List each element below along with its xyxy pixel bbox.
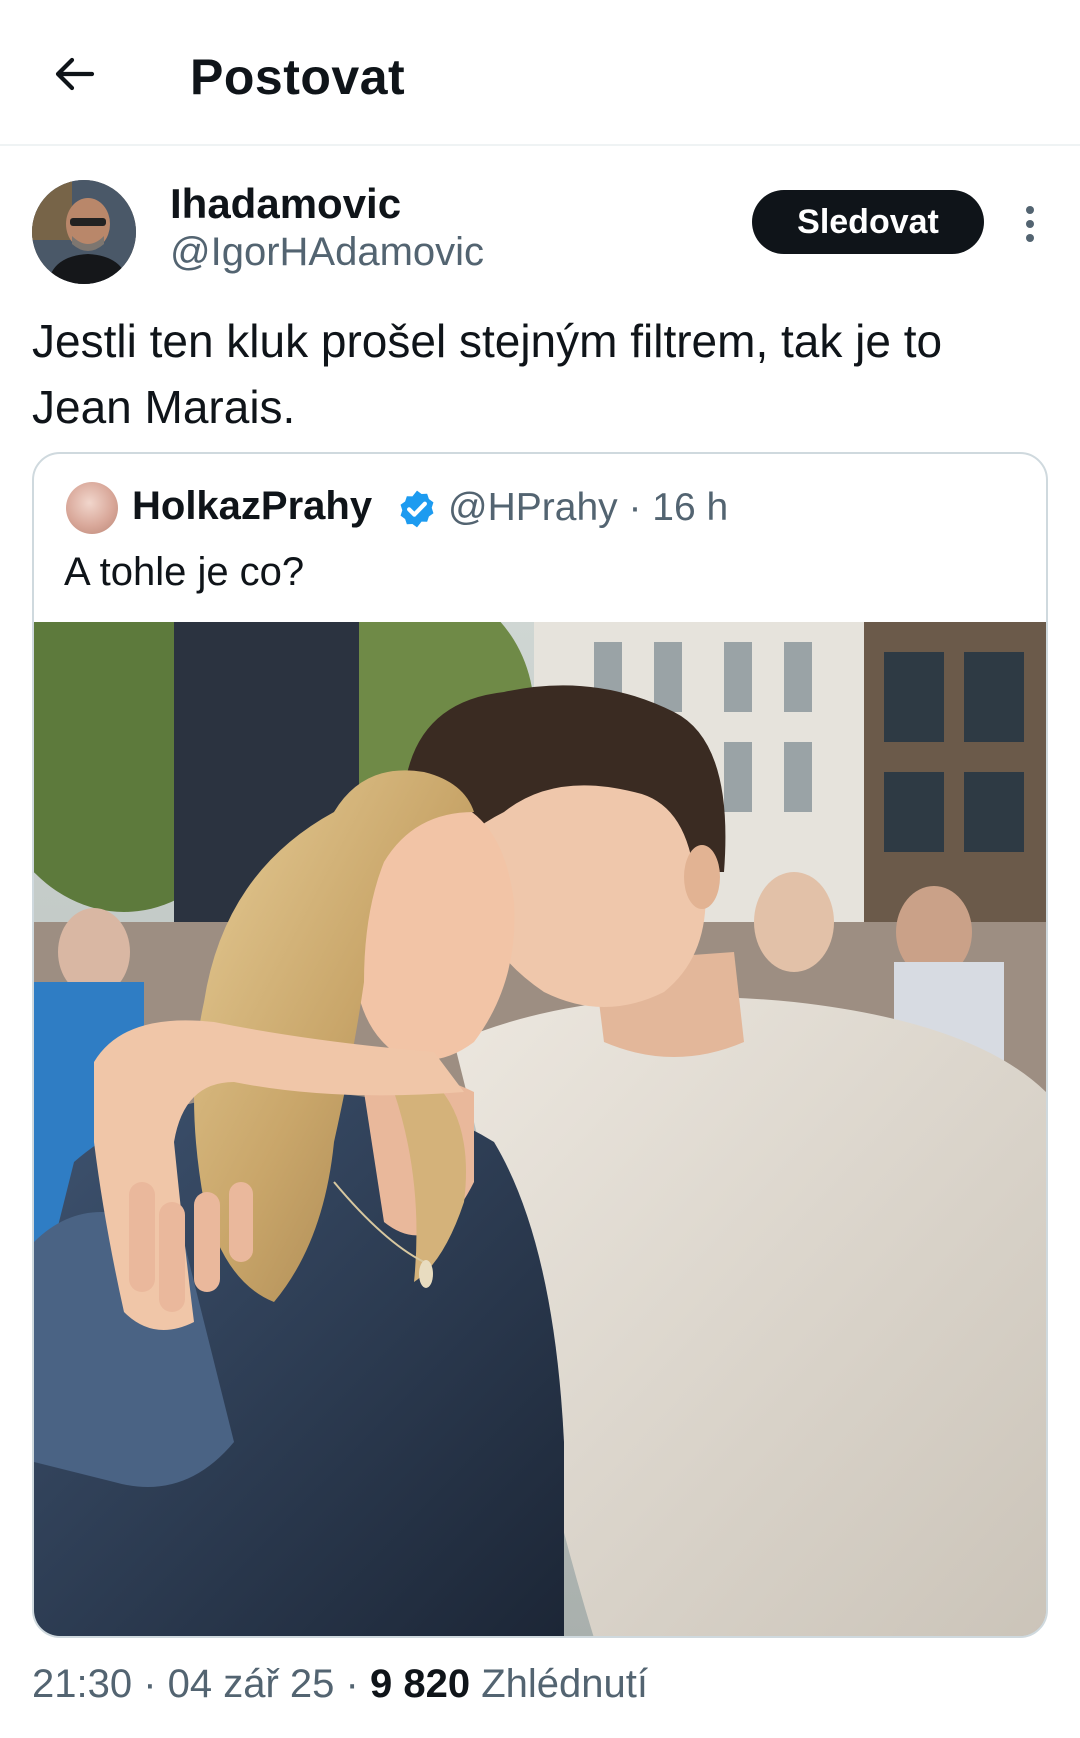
page-title: Postovat [190,49,406,105]
more-options-button[interactable] [1010,196,1050,252]
quoted-author-avatar [66,482,118,534]
quoted-post-text: A tohle je co? [64,550,305,594]
follow-button[interactable]: Sledovat [752,190,984,254]
views-count: 9 820 [369,1662,471,1706]
post-text: Jestli ten kluk prošel stejným filtrem, … [32,315,943,433]
quoted-author-name: HolkazPrahy [132,484,373,528]
arrow-left-icon [55,57,95,91]
author-avatar[interactable] [32,180,136,284]
top-app-bar: Postovat [0,0,1080,146]
quoted-post-image[interactable] [34,622,1046,1636]
photo-woman-and-young-man [34,622,1046,1636]
back-button[interactable] [44,44,104,104]
verified-badge-icon [400,490,434,528]
post-footer-meta: 21:30 · 04 zář 25 · 9 820 Zhlédnutí [32,1662,648,1707]
author-handle[interactable]: @IgorHAdamovic [170,230,484,275]
quoted-post-card[interactable]: HolkazPrahy @HPrahy · 16 h A tohle je co… [32,452,1048,1638]
quoted-post-meta: @HPrahy · 16 h [448,486,729,529]
views-label: Zhlédnutí [470,1662,648,1706]
author-display-name[interactable]: Ihadamovic [170,180,401,228]
avatar-image [32,180,136,284]
more-vertical-icon [1026,206,1034,242]
post-timestamp[interactable]: 21:30 · 04 zář 25 · [32,1662,370,1706]
